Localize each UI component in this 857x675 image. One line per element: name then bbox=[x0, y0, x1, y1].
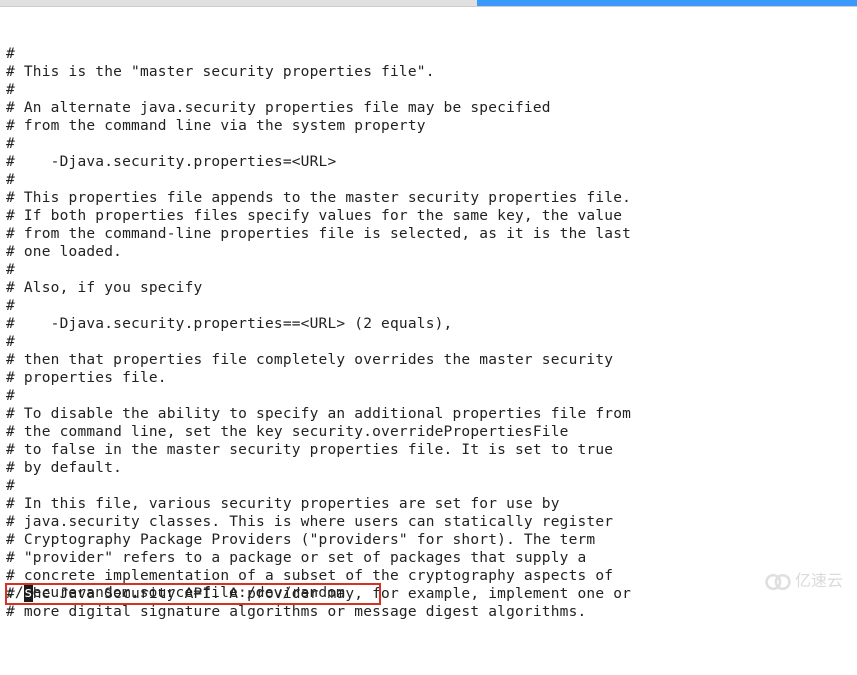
file-line: # bbox=[6, 297, 851, 315]
file-line: # Cryptography Package Providers ("provi… bbox=[6, 531, 851, 549]
file-line: # -Djava.security.properties==<URL> (2 e… bbox=[6, 315, 851, 333]
command-prefix: :/ bbox=[6, 584, 24, 602]
file-line: # bbox=[6, 135, 851, 153]
file-line: # bbox=[6, 333, 851, 351]
file-line: # To disable the ability to specify an a… bbox=[6, 405, 851, 423]
file-line: # from the command line via the system p… bbox=[6, 117, 851, 135]
file-line: # This properties file appends to the ma… bbox=[6, 189, 851, 207]
file-line: # bbox=[6, 45, 851, 63]
window-title-bar bbox=[0, 0, 857, 7]
file-line: # one loaded. bbox=[6, 243, 851, 261]
file-line: # java.security classes. This is where u… bbox=[6, 513, 851, 531]
file-line: # -Djava.security.properties=<URL> bbox=[6, 153, 851, 171]
cursor: s bbox=[24, 584, 33, 602]
file-line: # the command line, set the key security… bbox=[6, 423, 851, 441]
file-line: # If both properties files specify value… bbox=[6, 207, 851, 225]
file-line: # In this file, various security propert… bbox=[6, 495, 851, 513]
file-line: # This is the "master security propertie… bbox=[6, 63, 851, 81]
file-line: # from the command-line properties file … bbox=[6, 225, 851, 243]
file-line: # to false in the master security proper… bbox=[6, 441, 851, 459]
file-line: # An alternate java.security properties … bbox=[6, 99, 851, 117]
file-line: # bbox=[6, 477, 851, 495]
file-line: # Also, if you specify bbox=[6, 279, 851, 297]
command-query: ecurerandom.source=file:/dev/random bbox=[33, 584, 346, 602]
file-line: # properties file. bbox=[6, 369, 851, 387]
command-line[interactable]: :/securerandom.source=file:/dev/random bbox=[0, 581, 857, 607]
file-line: # bbox=[6, 387, 851, 405]
file-line: # bbox=[6, 171, 851, 189]
file-line: # then that properties file completely o… bbox=[6, 351, 851, 369]
file-line: # by default. bbox=[6, 459, 851, 477]
file-line: # bbox=[6, 81, 851, 99]
file-line: # "provider" refers to a package or set … bbox=[6, 549, 851, 567]
file-line: # bbox=[6, 261, 851, 279]
editor-viewport[interactable]: ## This is the "master security properti… bbox=[0, 7, 857, 607]
file-content: ## This is the "master security properti… bbox=[6, 45, 851, 621]
